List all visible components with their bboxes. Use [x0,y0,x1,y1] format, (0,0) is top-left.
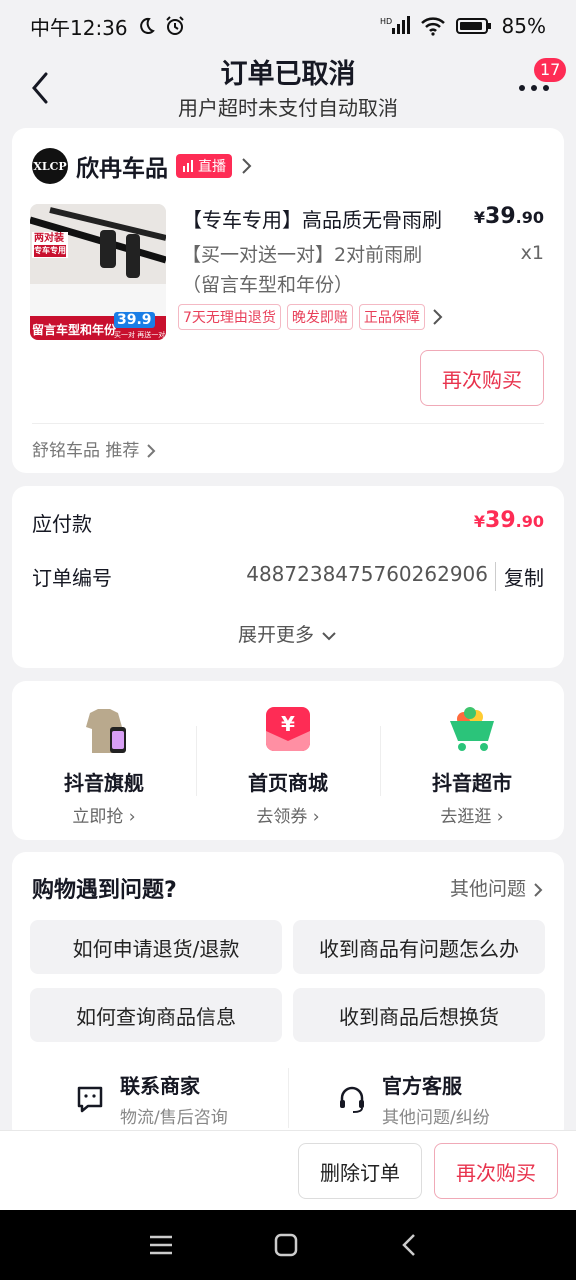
shop-name: 欣冉车品 [76,156,168,182]
faq-product-info-button[interactable]: 如何查询商品信息 [30,988,282,1042]
chevron-down-icon [322,631,336,640]
order-product-card: XLCP 欣冉车品 直播 两对装 专车专用 39.9 留言车型和年份 买一对 再… [12,128,564,473]
payable-amount: ¥39.90 [473,508,544,533]
other-questions-link[interactable]: 其他问题 [450,874,544,901]
contact-merchant-button[interactable]: 联系商家 物流/售后咨询 [74,1070,228,1128]
chevron-right-icon [147,444,156,458]
signal-icon: HD [380,16,410,34]
product-image-price: 39.9 [114,312,155,328]
entry-subtitle: 立即抢 › [72,807,136,827]
delete-order-button[interactable]: 删除订单 [298,1143,422,1199]
product-spec: 【买一对送一对】2对前雨刷 （留言车型和年份） [182,240,482,300]
help-title: 购物遇到问题? [32,878,177,903]
divider [32,423,544,424]
moon-icon [139,17,155,34]
hd-label: HD [380,17,392,26]
entry-subtitle: 去领券 › [256,807,320,827]
headset-icon [340,1086,364,1113]
product-image-badge-line2: 专车专用 [34,245,66,257]
divider [288,1068,289,1128]
page-header: 订单已取消 用户超时未支付自动取消 17 [0,52,576,122]
contact-subtitle: 物流/售后咨询 [120,1108,228,1128]
battery-icon [455,18,491,34]
chat-bubble-icon [77,1086,103,1113]
live-label: 直播 [198,159,226,175]
page-subtitle: 用户超时未支付自动取消 [178,96,398,120]
service-tag: 7天无理由退货 [178,304,281,330]
service-tags[interactable]: 7天无理由退货 晚发即赔 正品保障 [178,304,445,330]
entry-title: 抖音超市 [432,771,512,795]
system-nav-bar [0,1210,576,1280]
expand-more-button[interactable]: 展开更多 [12,620,564,647]
official-support-button[interactable]: 官方客服 其他问题/纠纷 [336,1070,490,1128]
clothing-phone-icon [86,709,126,753]
chevron-right-icon [242,158,252,174]
chevron-right-icon [433,309,443,325]
recommend-link[interactable]: 舒铭车品 推荐 [32,436,157,461]
entry-subtitle: 去逛逛 › [440,807,504,827]
help-card: 购物遇到问题? 其他问题 如何申请退货/退款 收到商品有问题怎么办 如何查询商品… [12,852,564,1142]
product-image-badge: 两对装 专车专用 [32,232,68,258]
shop-logo: XLCP [32,148,68,184]
product-spec-line1: 【买一对送一对】2对前雨刷 [182,244,423,266]
notification-badge: 17 [534,58,567,82]
back-nav-icon[interactable] [400,1233,418,1257]
service-tag: 晚发即赔 [286,304,353,330]
red-envelope-icon: ¥ [266,707,310,751]
rebuy-button[interactable]: 再次购买 [420,350,544,406]
chevron-right-icon [534,882,543,897]
entry-supermarket[interactable]: 抖音超市 去逛逛 › [380,701,564,827]
product-spec-line2: （留言车型和年份） [182,274,354,296]
wifi-icon [420,17,445,36]
alarm-icon [165,16,184,35]
order-number: 4887238475760262906 [246,562,488,586]
contact-title: 官方客服 [382,1074,462,1098]
product-image-promo: 买一对 再送一对 [114,331,166,339]
entry-flagship[interactable]: 抖音旗舰 立即抢 › [12,701,196,827]
entry-home-mall[interactable]: ¥ 首页商城 去领券 › [196,701,380,827]
shortcut-card: 抖音旗舰 立即抢 › ¥ 首页商城 去领券 › 抖音超市 去逛逛 › [12,681,564,840]
payable-label: 应付款 [32,512,92,536]
svg-text:¥: ¥ [281,712,295,736]
faq-problem-button[interactable]: 收到商品有问题怎么办 [293,920,545,974]
live-bars-icon [183,160,193,172]
copy-button[interactable]: 复制 [495,562,544,591]
battery-level: 85% [501,14,546,38]
contact-title: 联系商家 [120,1074,200,1098]
product-image[interactable]: 两对装 专车专用 39.9 留言车型和年份 买一对 再送一对 [30,204,166,340]
live-tag: 直播 [176,154,232,178]
bottom-action-bar: 删除订单 再次购买 [0,1130,576,1210]
service-tag: 正品保障 [358,304,425,330]
status-bar: 中午12:36 HD 85% [0,0,576,52]
product-image-badge-line1: 两对装 [34,233,64,244]
entry-title: 抖音旗舰 [64,771,144,795]
product-image-caption: 留言车型和年份 [32,323,117,337]
shop-header[interactable]: XLCP 欣冉车品 直播 [32,146,254,186]
page-title: 订单已取消 [220,59,356,90]
payment-card: 应付款 ¥39.90 订单编号 4887238475760262906 复制 展… [12,486,564,668]
product-title[interactable]: 【专车专用】高品质无骨雨刷 [182,204,457,233]
order-number-label: 订单编号 [32,566,112,590]
shopping-cart-icon [450,707,494,751]
faq-refund-button[interactable]: 如何申请退货/退款 [30,920,282,974]
faq-exchange-button[interactable]: 收到商品后想换货 [293,988,545,1042]
status-time: 中午12:36 [30,15,128,40]
menu-icon[interactable] [148,1234,174,1256]
entry-title: 首页商城 [248,771,328,795]
rebuy-bottom-button[interactable]: 再次购买 [434,1143,558,1199]
contact-subtitle: 其他问题/纠纷 [382,1108,490,1128]
product-quantity: x1 [520,242,544,264]
home-icon[interactable] [274,1233,298,1257]
product-price: ¥39.90 [473,204,544,229]
